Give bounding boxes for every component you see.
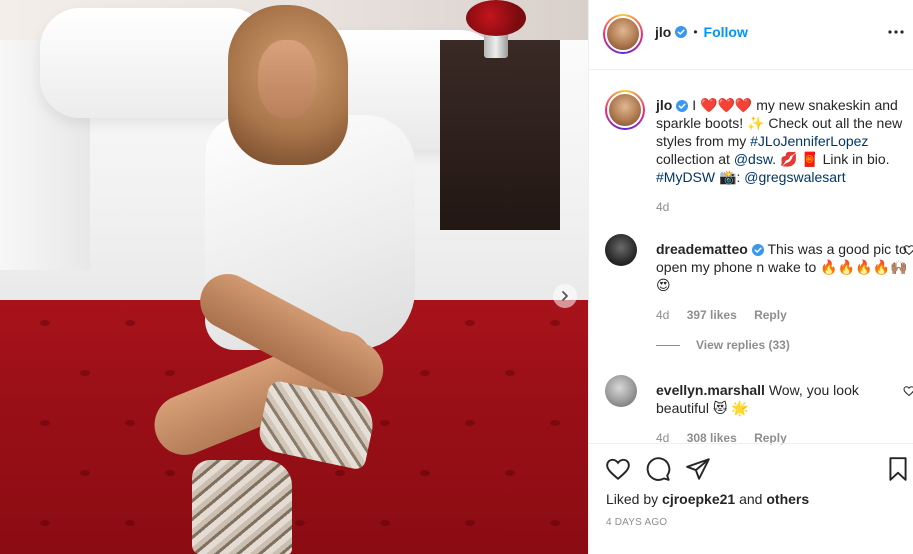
verified-badge-icon: [676, 100, 689, 113]
carpet-tuft: [420, 370, 430, 376]
follow-button[interactable]: Follow: [704, 24, 748, 40]
caption-time[interactable]: 4d: [656, 200, 669, 214]
carpet-tuft: [80, 370, 90, 376]
carpet-tuft: [465, 420, 475, 426]
caption-text: 📸:: [715, 169, 745, 185]
carpet-tuft: [165, 370, 175, 376]
photo-side-table: [440, 40, 560, 230]
carpet-tuft: [165, 470, 175, 476]
view-replies-button[interactable]: View replies (33): [656, 338, 790, 352]
post-side-panel: jlo • Follow jlo I ❤️❤️❤️ my new snakesk…: [588, 0, 913, 554]
carpet-tuft: [550, 420, 560, 426]
carpet-tuft: [80, 470, 90, 476]
avatar[interactable]: [605, 90, 645, 130]
liked-by-mid: and: [735, 491, 767, 507]
carpet-tuft: [335, 470, 345, 476]
carpet-tuft: [125, 320, 135, 326]
caption-username[interactable]: jlo: [656, 97, 672, 113]
carpet-tuft: [550, 520, 560, 526]
avatar[interactable]: [605, 375, 637, 407]
carpet-tuft: [550, 320, 560, 326]
liked-by-others[interactable]: others: [766, 491, 809, 507]
bookmark-icon[interactable]: [885, 456, 911, 482]
hashtag-link[interactable]: #JLoJenniferLopez: [750, 133, 868, 149]
avatar[interactable]: [605, 234, 637, 266]
post-timestamp[interactable]: 4 DAYS AGO: [606, 517, 667, 528]
avatar-image: [605, 375, 637, 407]
avatar[interactable]: [603, 14, 643, 54]
carpet-tuft: [380, 520, 390, 526]
caption-text: collection at: [656, 151, 734, 167]
carpet-tuft: [125, 420, 135, 426]
liked-by: Liked by cjroepke21 and others: [606, 491, 809, 507]
comment-item: dreadematteo This was a good pic to open…: [605, 234, 913, 324]
photo-face: [258, 40, 316, 118]
chevron-right-icon: [562, 291, 568, 301]
liked-by-prefix: Liked by: [606, 491, 663, 507]
liked-by-user[interactable]: cjroepke21: [662, 491, 735, 507]
carpet-tuft: [380, 420, 390, 426]
comment-username[interactable]: evellyn.marshall: [656, 382, 765, 398]
post-photo[interactable]: [0, 0, 588, 554]
carpet-tuft: [40, 320, 50, 326]
photo-roses: [466, 0, 526, 36]
post-header: jlo • Follow: [589, 0, 913, 70]
like-comment-heart-icon[interactable]: [903, 385, 913, 397]
comment-body: dreadematteo This was a good pic to open…: [656, 240, 911, 324]
hashtag-link[interactable]: #MyDSW: [656, 169, 715, 185]
carpet-tuft: [505, 370, 515, 376]
carpet-tuft: [505, 470, 515, 476]
comment-body: evellyn.marshall Wow, you look beautiful…: [656, 381, 911, 447]
carpet-tuft: [465, 520, 475, 526]
view-replies-line: [656, 344, 680, 346]
view-replies-label: View replies (33): [696, 338, 790, 352]
mention-link[interactable]: @gregswalesart: [744, 169, 845, 185]
avatar-image: [605, 16, 641, 52]
verified-badge-icon: [675, 26, 688, 38]
caption: jlo I ❤️❤️❤️ my new snakeskin and sparkl…: [605, 90, 905, 220]
carpet-tuft: [40, 420, 50, 426]
like-comment-heart-icon[interactable]: [903, 244, 913, 256]
caption-text: . 💋 🧧 Link in bio.: [772, 151, 890, 167]
carpet-tuft: [125, 520, 135, 526]
next-photo-button[interactable]: [553, 284, 577, 308]
carpet-tuft: [420, 470, 430, 476]
share-icon[interactable]: [685, 456, 711, 482]
comment-time[interactable]: 4d: [656, 308, 669, 322]
heart-icon[interactable]: [605, 456, 631, 482]
comment-likes[interactable]: 397 likes: [687, 308, 737, 322]
post-actions: Liked by cjroepke21 and others 4 DAYS AG…: [589, 443, 913, 554]
header-separator: •: [693, 25, 698, 39]
avatar-image: [607, 92, 643, 128]
comment-icon[interactable]: [645, 456, 671, 482]
header-username[interactable]: jlo: [655, 24, 671, 40]
reply-button[interactable]: Reply: [754, 308, 787, 322]
caption-body: jlo I ❤️❤️❤️ my new snakeskin and sparkl…: [656, 96, 911, 216]
carpet-tuft: [40, 520, 50, 526]
verified-badge-icon: [751, 244, 764, 257]
carpet-tuft: [295, 520, 305, 526]
carpet-tuft: [465, 320, 475, 326]
comment-meta: 4d 397 likes Reply: [656, 306, 911, 324]
more-options-icon[interactable]: [886, 22, 906, 42]
photo-boot: [192, 460, 292, 554]
header-user: jlo • Follow: [655, 24, 748, 40]
comments-section[interactable]: jlo I ❤️❤️❤️ my new snakeskin and sparkl…: [589, 70, 913, 445]
comment-username[interactable]: dreadematteo: [656, 241, 748, 257]
mention-link[interactable]: @dsw: [734, 151, 772, 167]
caption-meta: 4d: [656, 198, 911, 216]
avatar-image: [605, 234, 637, 266]
